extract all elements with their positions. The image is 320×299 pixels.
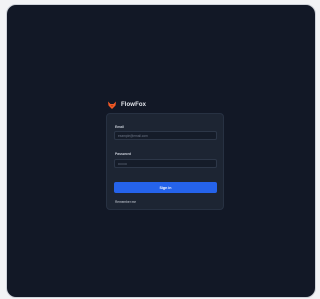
app-window: FlowFox Email Password Sign in Remember … [6,4,316,298]
password-input[interactable] [114,159,217,168]
email-input[interactable] [114,131,217,140]
brand-header: FlowFox [107,100,146,110]
sign-in-button[interactable]: Sign in [114,182,217,193]
login-card: Email Password Sign in Remember me [106,113,224,210]
fox-logo-icon [108,101,116,109]
brand-name: FlowFox [121,102,147,108]
remember-me-link[interactable]: Remember me [115,200,136,204]
email-label: Email [115,125,125,129]
password-label: Password [115,152,132,156]
